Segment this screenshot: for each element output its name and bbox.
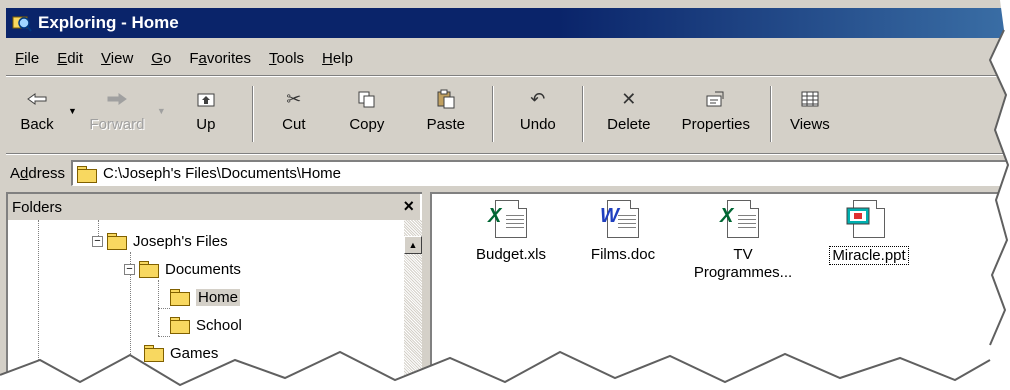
tree-item-school[interactable]: School bbox=[170, 312, 242, 338]
forward-arrow-icon bbox=[106, 86, 128, 112]
properties-button[interactable]: Properties bbox=[668, 86, 764, 146]
tree-item-games[interactable]: Games bbox=[144, 340, 218, 366]
copy-button[interactable]: Copy bbox=[328, 86, 406, 146]
open-folder-icon bbox=[170, 289, 190, 306]
copy-icon bbox=[357, 86, 377, 112]
forward-button[interactable]: Forward bbox=[77, 86, 157, 146]
menu-file[interactable]: File bbox=[6, 50, 48, 67]
file-films-doc[interactable]: W Films.doc bbox=[558, 200, 688, 263]
paste-button[interactable]: Paste bbox=[406, 86, 486, 146]
folder-icon bbox=[139, 261, 159, 278]
explorer-icon bbox=[12, 14, 32, 32]
menu-view[interactable]: View bbox=[92, 50, 142, 67]
file-tv-programmes[interactable]: X TV Programmes... bbox=[678, 200, 808, 282]
menu-edit[interactable]: Edit bbox=[48, 50, 92, 67]
back-dropdown-icon[interactable]: ▼ bbox=[68, 106, 77, 116]
folder-icon bbox=[170, 317, 190, 334]
menu-help[interactable]: Help bbox=[313, 50, 362, 67]
tree-line bbox=[158, 336, 170, 337]
menu-go[interactable]: Go bbox=[142, 50, 180, 67]
powerpoint-file-icon bbox=[846, 200, 885, 238]
pane-area: Folders × − Joseph's Files − Documents H… bbox=[6, 192, 1010, 390]
address-bar: Address C:\Joseph's Files\Documents\Home bbox=[6, 158, 1010, 188]
views-button[interactable]: Views bbox=[778, 86, 842, 146]
scroll-up-arrow-icon[interactable]: ▲ bbox=[404, 236, 422, 254]
toolbar-separator bbox=[491, 86, 494, 142]
menu-bar: File Edit View Go Favorites Tools Help bbox=[6, 42, 1010, 76]
title-bar[interactable]: Exploring - Home bbox=[6, 8, 1010, 38]
cut-button[interactable]: ✂ Cut bbox=[260, 86, 328, 146]
menu-tools[interactable]: Tools bbox=[260, 50, 313, 67]
forward-dropdown-icon: ▼ bbox=[156, 105, 166, 116]
scissors-icon: ✂ bbox=[286, 88, 302, 109]
tree-item-home[interactable]: Home bbox=[170, 284, 241, 310]
collapse-icon[interactable]: − bbox=[124, 263, 135, 275]
close-icon[interactable]: × bbox=[403, 196, 414, 217]
address-label: Address bbox=[10, 164, 66, 182]
word-file-icon: W bbox=[600, 200, 639, 238]
folders-scrollbar[interactable]: ▲ bbox=[404, 220, 422, 390]
file-miracle-ppt[interactable]: Miracle.ppt bbox=[804, 200, 934, 265]
folders-title: Folders bbox=[12, 198, 63, 216]
paste-icon bbox=[436, 86, 456, 112]
folder-icon bbox=[107, 233, 127, 250]
toolbar-separator bbox=[251, 86, 254, 142]
explorer-window: Exploring - Home File Edit View Go Favor… bbox=[0, 0, 1010, 390]
excel-file-icon: X bbox=[488, 200, 527, 238]
tree-item-documents[interactable]: − Documents bbox=[124, 256, 241, 282]
tree-item-josephs-files[interactable]: − Joseph's Files bbox=[92, 228, 228, 254]
toolbar: Back ▼ Forward ▼ Up ✂ Cut Copy Paste ↶ U… bbox=[6, 80, 1010, 154]
address-field[interactable]: C:\Joseph's Files\Documents\Home bbox=[71, 160, 1010, 186]
up-folder-icon bbox=[196, 86, 216, 112]
file-budget-xls[interactable]: X Budget.xls bbox=[446, 200, 576, 263]
delete-button[interactable]: ✕ Delete bbox=[590, 86, 668, 146]
address-value: C:\Joseph's Files\Documents\Home bbox=[103, 165, 341, 182]
folder-icon bbox=[77, 165, 98, 183]
properties-icon bbox=[705, 86, 727, 112]
pane-splitter[interactable] bbox=[422, 192, 430, 390]
collapse-icon[interactable]: − bbox=[92, 235, 103, 247]
toolbar-separator bbox=[581, 86, 584, 142]
delete-x-icon: ✕ bbox=[621, 88, 637, 109]
toolbar-separator bbox=[769, 86, 772, 142]
back-button[interactable]: Back bbox=[6, 86, 68, 146]
views-grid-icon bbox=[801, 86, 819, 112]
folders-header: Folders × bbox=[8, 194, 420, 220]
excel-file-icon: X bbox=[720, 200, 759, 238]
tree-line bbox=[38, 220, 39, 390]
folder-icon bbox=[144, 345, 164, 362]
undo-button[interactable]: ↶ Undo bbox=[500, 86, 576, 146]
tree-line bbox=[158, 308, 170, 309]
window-title: Exploring - Home bbox=[38, 13, 179, 32]
menu-favorites[interactable]: Favorites bbox=[180, 50, 260, 67]
tree-line bbox=[130, 364, 144, 365]
back-arrow-icon bbox=[26, 86, 48, 112]
file-list-pane: X Budget.xls W Films.doc X TV Programmes… bbox=[430, 192, 1010, 390]
undo-icon: ↶ bbox=[530, 88, 546, 109]
folder-tree: − Joseph's Files − Documents Home School bbox=[8, 220, 404, 390]
folders-pane: Folders × − Joseph's Files − Documents H… bbox=[6, 192, 422, 390]
up-button[interactable]: Up bbox=[166, 86, 246, 146]
